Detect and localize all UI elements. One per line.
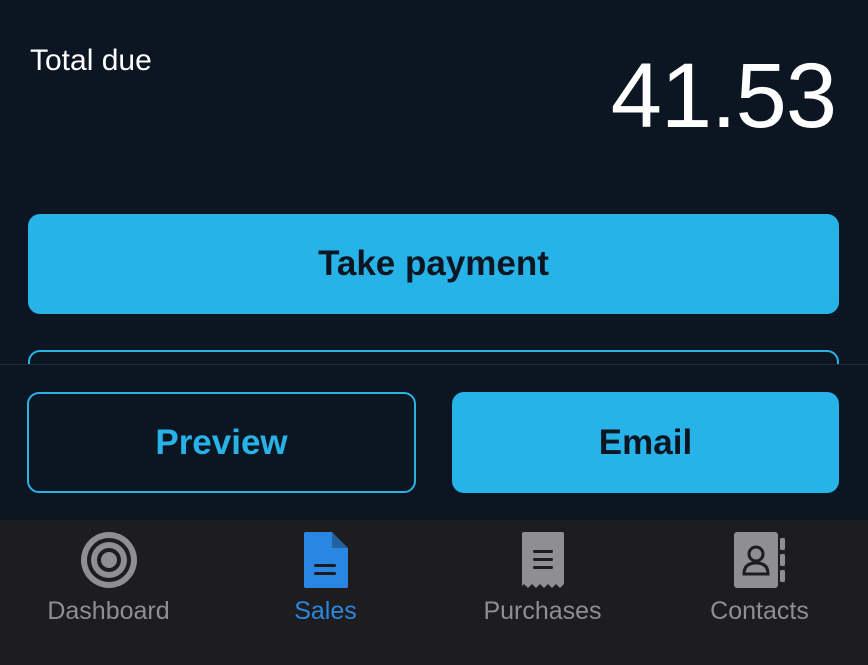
tab-sales-label: Sales [294,597,357,625]
receipt-icon [511,529,575,591]
target-icon [77,529,141,591]
tab-dashboard-label: Dashboard [47,597,170,625]
tab-purchases-label: Purchases [483,597,602,625]
preview-button[interactable]: Preview [27,392,416,493]
tab-purchases[interactable]: Purchases [434,520,651,665]
invoice-screen: Total due 41.53 Take payment Preview Ema… [0,0,868,665]
email-button[interactable]: Email [452,392,839,493]
tab-contacts-label: Contacts [710,597,809,625]
total-due-amount: 41.53 [610,45,837,147]
document-icon [294,529,358,591]
total-due-label: Total due [30,44,152,77]
action-bar: Preview Email [0,364,868,520]
tab-sales[interactable]: Sales [217,520,434,665]
contact-book-icon [728,529,792,591]
tab-contacts[interactable]: Contacts [651,520,868,665]
tab-dashboard[interactable]: Dashboard [0,520,217,665]
tab-bar: Dashboard Sales Purchases Contacts [0,520,868,665]
take-payment-button[interactable]: Take payment [28,214,839,314]
